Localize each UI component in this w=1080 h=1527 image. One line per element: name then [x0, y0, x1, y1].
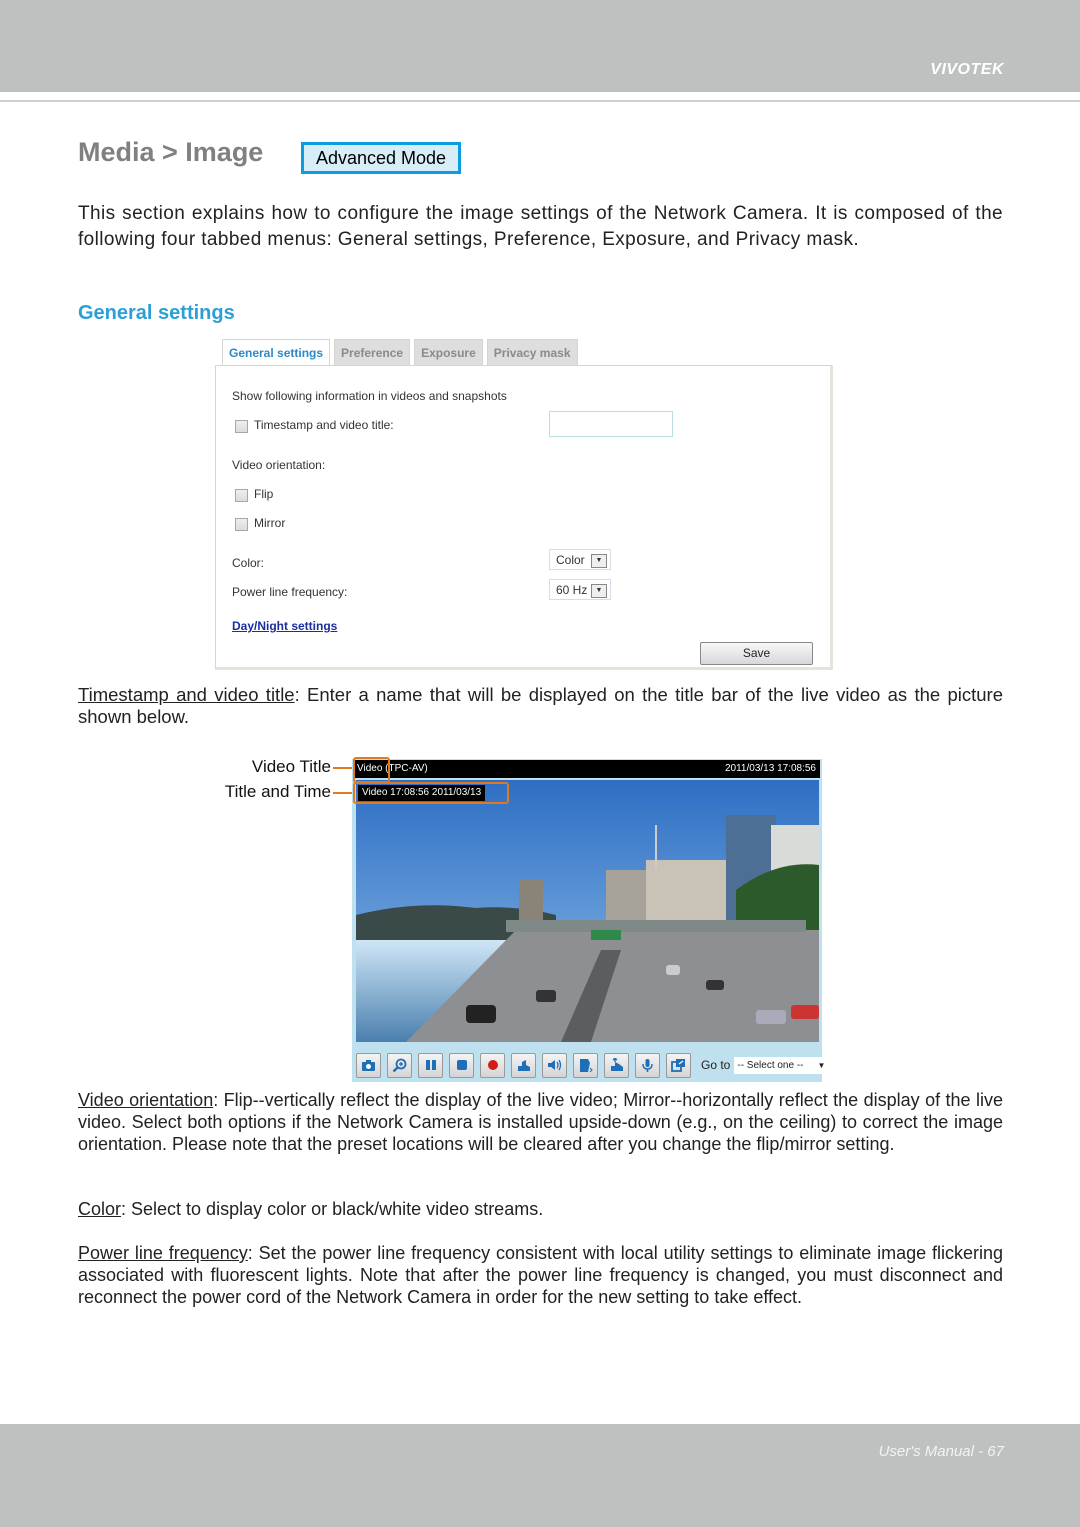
pause-button[interactable]: [418, 1052, 443, 1078]
intro-paragraph: This section explains how to configure t…: [78, 203, 1003, 250]
tab-preference[interactable]: Preference: [334, 339, 411, 367]
page-number: User's Manual - 67: [878, 1443, 1004, 1460]
highlight-title-time: [353, 782, 509, 804]
timestamp-checkbox[interactable]: [235, 420, 248, 433]
callout-title-time: Title and Time: [224, 782, 331, 801]
day-night-settings-link[interactable]: Day/Night settings: [232, 619, 337, 633]
timestamp-description: Timestamp and video title: Enter a name …: [78, 684, 1003, 728]
power-line-select[interactable]: 60 Hz ▼: [549, 579, 611, 600]
timestamp-term: Timestamp and video title: [78, 684, 295, 705]
mic-icon: [642, 1058, 653, 1072]
page-title: Media > Image: [78, 137, 264, 167]
live-video-image: [356, 780, 819, 1042]
speaker-button[interactable]: [542, 1052, 567, 1078]
orientation-label: Video orientation:: [232, 458, 326, 472]
advanced-mode-button[interactable]: Advanced Mode: [301, 142, 461, 174]
digital-zoom-icon: [392, 1058, 407, 1072]
city-highway-scene: [356, 780, 819, 1042]
record-button[interactable]: [480, 1052, 505, 1078]
color-select-value: Color: [556, 553, 585, 567]
talk-button[interactable]: [573, 1052, 598, 1078]
video-title-input[interactable]: [549, 411, 673, 437]
tab-exposure[interactable]: Exposure: [414, 339, 483, 367]
goto-preset-select[interactable]: -- Select one -- ▼: [734, 1056, 829, 1074]
power-line-description: Power line frequency: Set the power line…: [78, 1242, 1003, 1308]
speaker-icon: [548, 1059, 562, 1071]
mirror-checkbox[interactable]: [235, 518, 248, 531]
snapshot-icon: [362, 1059, 375, 1071]
chevron-down-icon: ▼: [591, 554, 607, 568]
orientation-text: : Flip--vertically reflect the display o…: [78, 1090, 1003, 1154]
callout-video-title: Video Title: [251, 757, 331, 776]
record-icon: [487, 1060, 498, 1070]
fullscreen-button[interactable]: [666, 1052, 691, 1078]
show-info-label: Show following information in videos and…: [232, 389, 507, 403]
mic-volume-icon: [611, 1058, 623, 1071]
stop-icon: [456, 1060, 467, 1070]
orientation-description: Video orientation: Flip--vertically refl…: [78, 1089, 1003, 1155]
footer-band: [0, 1424, 1080, 1527]
goto-label: Go to: [701, 1058, 731, 1072]
color-term: Color: [78, 1199, 122, 1219]
power-line-label: Power line frequency:: [232, 585, 348, 599]
video-title-bar: Video (TPC-AV) 2011/03/13 17:08:56: [354, 760, 820, 778]
goto-select-value: -- Select one --: [737, 1059, 804, 1071]
color-select[interactable]: Color ▼: [549, 549, 611, 570]
header-band: [0, 0, 1080, 92]
fullscreen-icon: [671, 1059, 685, 1072]
pause-icon: [425, 1060, 436, 1070]
mirror-label: Mirror: [254, 516, 286, 530]
flip-checkbox[interactable]: [235, 489, 248, 502]
timestamp-label: Timestamp and video title:: [254, 418, 394, 432]
highlight-video-title: [353, 757, 390, 783]
brand-logo: VIVOTEK: [930, 61, 1004, 78]
stop-button[interactable]: [449, 1052, 474, 1078]
mic-button[interactable]: [635, 1052, 660, 1078]
section-heading: General settings: [78, 302, 235, 324]
digital-zoom-button[interactable]: [387, 1052, 412, 1078]
flip-label: Flip: [254, 487, 274, 501]
volume-button[interactable]: [511, 1052, 536, 1078]
header-divider: [0, 100, 1080, 102]
title-bar-datetime: 2011/03/13 17:08:56: [724, 763, 816, 774]
mic-volume-button[interactable]: [604, 1052, 629, 1078]
color-label: Color:: [232, 556, 265, 570]
power-line-select-value: 60 Hz: [556, 583, 588, 597]
snapshot-button[interactable]: [356, 1052, 381, 1078]
orientation-term: Video orientation: [78, 1090, 214, 1110]
settings-tabs: General settings Preference Exposure Pri…: [222, 339, 582, 368]
video-control-bar: Go to -- Select one -- ▼: [356, 1050, 829, 1080]
save-button[interactable]: Save: [700, 642, 813, 665]
power-line-term: Power line frequency: [78, 1243, 248, 1263]
chevron-down-icon: ▼: [817, 1060, 826, 1070]
color-description: Color: Select to display color or black/…: [78, 1198, 1003, 1220]
chevron-down-icon: ▼: [591, 584, 607, 598]
color-text: : Select to display color or black/white…: [121, 1199, 544, 1219]
talk-icon: [580, 1058, 593, 1072]
tab-general-settings[interactable]: General settings: [222, 339, 331, 368]
tab-privacy-mask[interactable]: Privacy mask: [486, 339, 578, 367]
volume-icon: [518, 1060, 530, 1071]
